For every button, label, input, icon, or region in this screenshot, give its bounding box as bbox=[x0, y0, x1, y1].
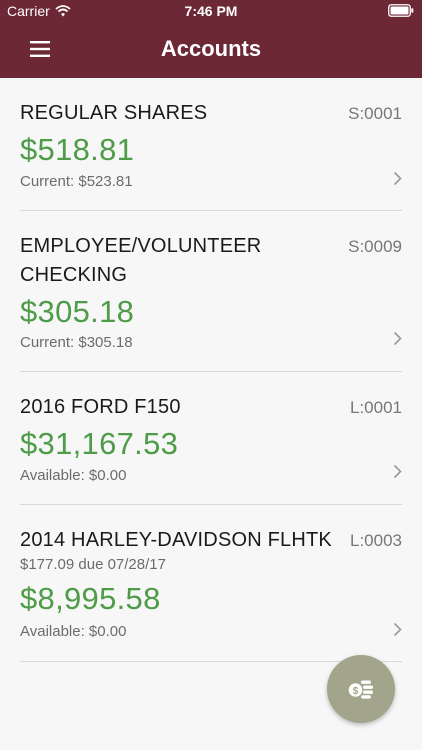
account-detail: Available: $0.00 bbox=[20, 467, 127, 484]
account-item-regular-shares[interactable]: S:0001 REGULAR SHARES $518.81 Current: $… bbox=[20, 78, 402, 211]
chevron-right-icon bbox=[393, 171, 402, 186]
chevron-right-icon bbox=[393, 622, 402, 637]
account-name-line-1: EMPLOYEE/VOLUNTEER bbox=[20, 235, 262, 257]
transfer-fab-button[interactable]: $ bbox=[327, 655, 395, 723]
battery-icon bbox=[388, 4, 414, 17]
account-name: 2016 FORD F150 bbox=[20, 396, 181, 418]
status-bar: Carrier 7:46 PM bbox=[0, 0, 422, 22]
svg-text:$: $ bbox=[353, 686, 359, 697]
chevron-right-icon bbox=[393, 464, 402, 479]
account-name-line-2: CHECKING bbox=[20, 264, 128, 286]
account-code: S:0009 bbox=[348, 237, 402, 256]
account-item-2016-ford-f150[interactable]: L:0001 2016 FORD F150 $31,167.53 Availab… bbox=[20, 372, 402, 505]
status-time: 7:46 PM bbox=[184, 3, 238, 19]
account-code: L:0003 bbox=[350, 531, 402, 550]
account-balance: $305.18 bbox=[20, 294, 135, 329]
account-name: REGULAR SHARES bbox=[20, 102, 208, 124]
account-balance: $8,995.58 bbox=[20, 581, 161, 616]
account-code: S:0001 bbox=[348, 104, 402, 123]
account-name: 2014 HARLEY-DAVIDSON FLHTK bbox=[20, 529, 332, 551]
navigation-bar: Accounts bbox=[0, 22, 422, 78]
account-balance: $31,167.53 bbox=[20, 426, 179, 461]
chevron-right-icon bbox=[393, 331, 402, 346]
account-code: L:0001 bbox=[350, 398, 402, 417]
accounts-list: S:0001 REGULAR SHARES $518.81 Current: $… bbox=[0, 78, 422, 662]
account-due: $177.09 due 07/28/17 bbox=[20, 556, 166, 573]
account-item-2014-harley-davidson-flhtk[interactable]: L:0003 2014 HARLEY-DAVIDSON FLHTK $177.0… bbox=[20, 505, 402, 662]
account-detail: Current: $523.81 bbox=[20, 173, 133, 190]
account-detail: Current: $305.18 bbox=[20, 334, 133, 351]
dollar-coins-icon: $ bbox=[348, 680, 373, 699]
page-title: Accounts bbox=[160, 36, 262, 61]
account-item-employee-volunteer-checking[interactable]: S:0009 EMPLOYEE/VOLUNTEER CHECKING $305.… bbox=[20, 211, 402, 372]
account-balance: $518.81 bbox=[20, 132, 135, 167]
account-detail: Available: $0.00 bbox=[20, 623, 127, 640]
